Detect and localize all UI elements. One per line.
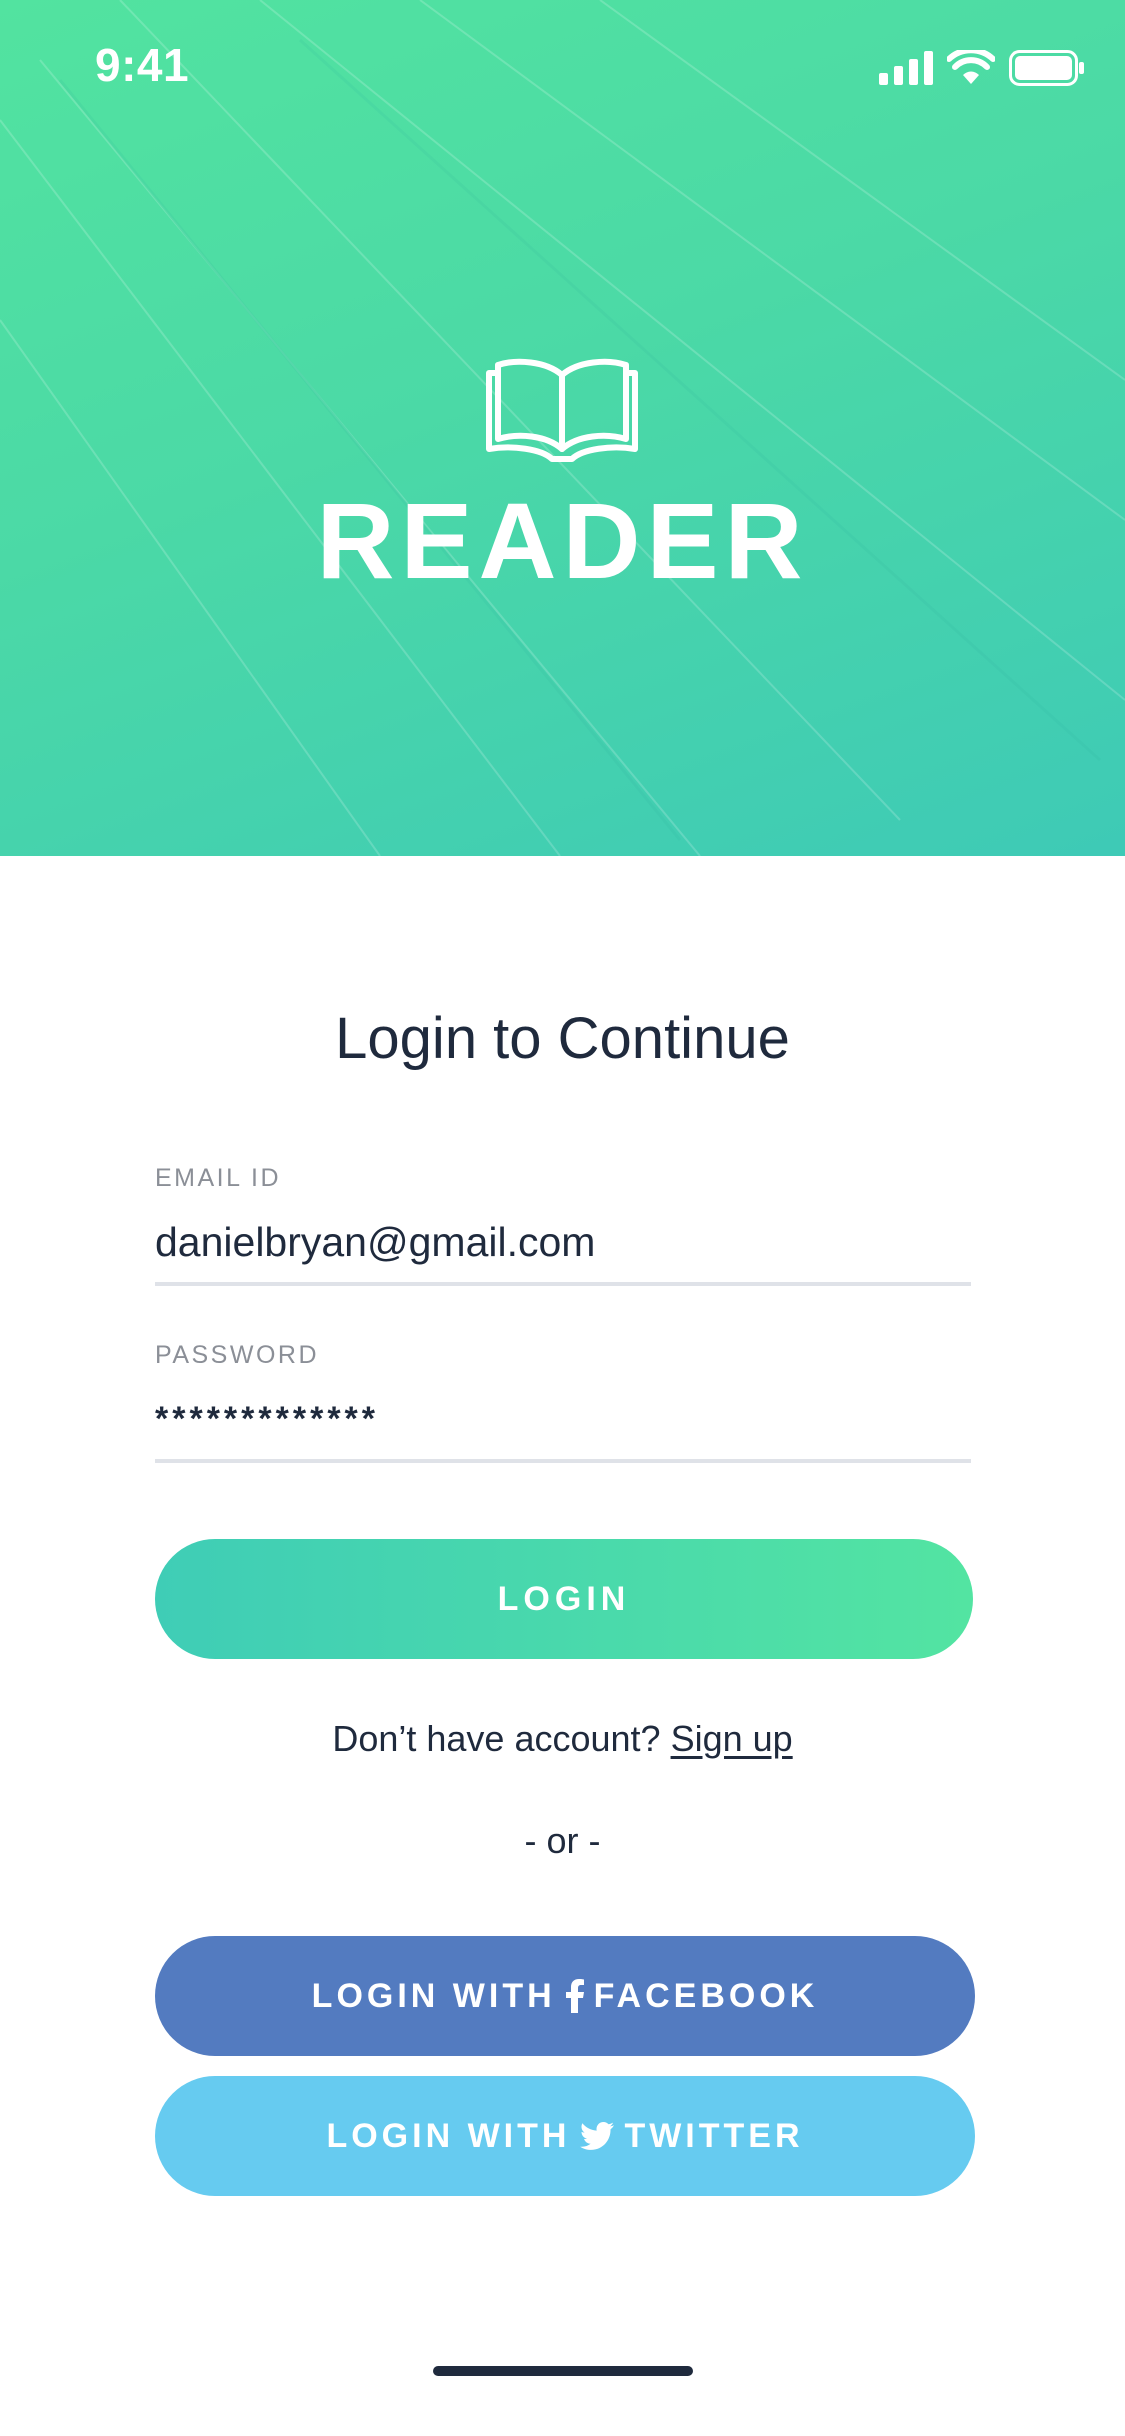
facebook-button-name: FACEBOOK bbox=[593, 1976, 819, 2015]
or-divider: - or - bbox=[524, 1820, 601, 1861]
login-button[interactable]: LOGIN bbox=[155, 1539, 973, 1659]
status-icons bbox=[879, 48, 1085, 88]
wifi-icon bbox=[947, 50, 995, 84]
email-field[interactable] bbox=[155, 1214, 971, 1270]
password-field-group: PASSWORD bbox=[155, 1341, 971, 1463]
open-book-icon bbox=[486, 358, 638, 462]
password-field[interactable] bbox=[155, 1391, 971, 1447]
battery-icon bbox=[1009, 50, 1084, 86]
twitter-bird-icon bbox=[580, 2122, 615, 2150]
signup-link[interactable]: Sign up bbox=[671, 1718, 793, 1759]
login-button-label: LOGIN bbox=[497, 1579, 631, 1618]
hero-header: 9:41 READER bbox=[0, 0, 1125, 856]
password-field-label: PASSWORD bbox=[155, 1341, 319, 1369]
signup-prompt: Don’t have account? bbox=[332, 1718, 661, 1759]
signup-row: Don’t have account? Sign up bbox=[0, 1718, 1125, 1760]
email-field-group: EMAIL ID bbox=[155, 1164, 971, 1286]
login-with-twitter-button[interactable]: LOGIN WITH TWITTER bbox=[155, 2076, 975, 2196]
password-field-underline bbox=[155, 1459, 971, 1463]
twitter-button-name: TWITTER bbox=[624, 2116, 804, 2155]
facebook-icon bbox=[565, 1979, 584, 2013]
login-screen: 9:41 READER Login to Continue EMAIL ID d… bbox=[0, 0, 1125, 2436]
twitter-button-prefix: LOGIN WITH bbox=[326, 2116, 571, 2155]
email-field-underline bbox=[155, 1282, 971, 1286]
cellular-signal-icon bbox=[879, 51, 933, 85]
status-time: 9:41 bbox=[95, 39, 190, 91]
app-title: READER bbox=[316, 480, 809, 601]
login-with-facebook-button[interactable]: LOGIN WITH FACEBOOK bbox=[155, 1936, 975, 2056]
status-bar: 9:41 bbox=[0, 0, 1125, 135]
email-field-label: EMAIL ID bbox=[155, 1164, 282, 1192]
home-indicator[interactable] bbox=[433, 2366, 693, 2376]
facebook-button-prefix: LOGIN WITH bbox=[311, 1976, 556, 2015]
form-title: Login to Continue bbox=[335, 1006, 790, 1071]
